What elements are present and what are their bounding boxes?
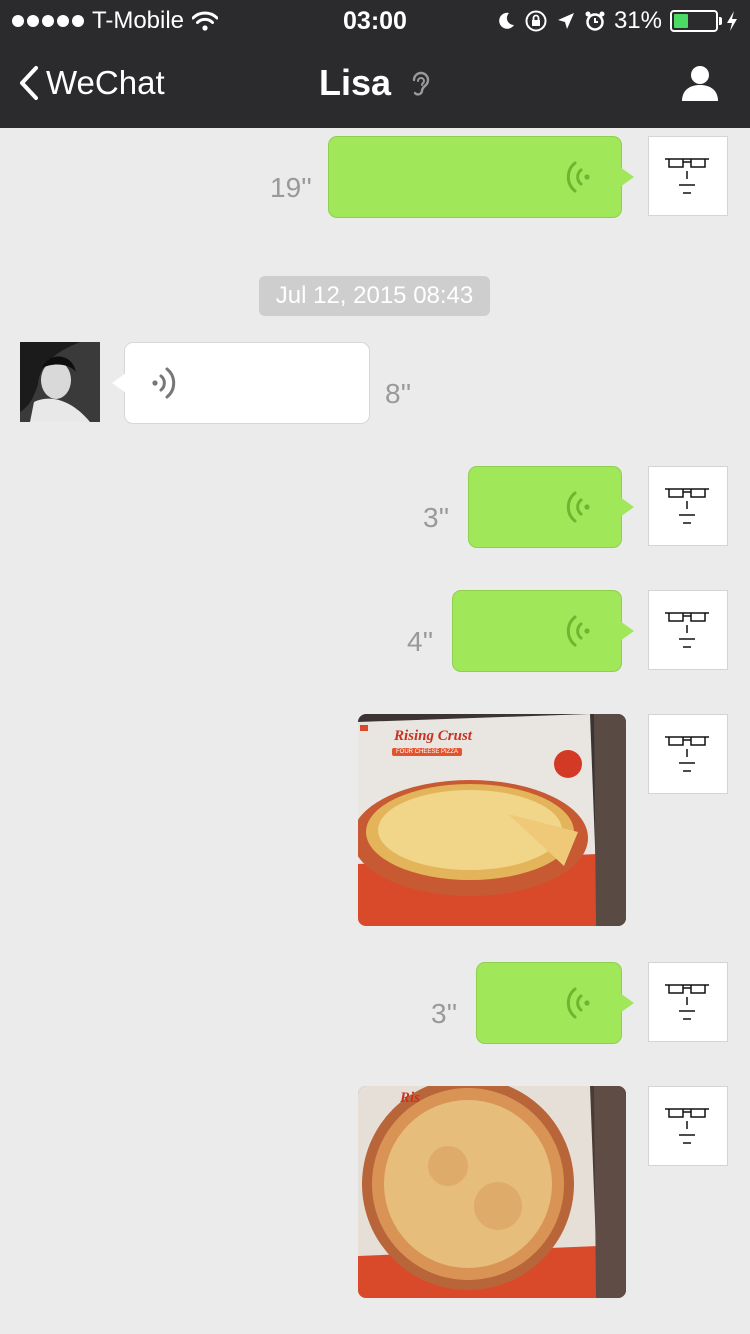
rotation-lock-icon: [525, 10, 547, 32]
charging-bolt-icon: [727, 11, 737, 31]
avatar-face-drawing: [665, 612, 709, 648]
contact-photo: [20, 342, 100, 422]
navigation-bar: WeChat Lisa: [0, 40, 750, 128]
my-avatar[interactable]: [648, 962, 728, 1042]
voice-wave-icon: [566, 161, 590, 193]
voice-duration: 8'': [385, 378, 412, 409]
avatar-face-drawing: [665, 158, 709, 194]
image-message[interactable]: Ris: [358, 1086, 626, 1298]
status-bar: T-Mobile 03:00 31%: [0, 0, 750, 40]
chat-title: Lisa: [0, 62, 750, 104]
avatar-face-drawing: [665, 736, 709, 772]
voice-wave-icon: [566, 615, 590, 647]
voice-wave-icon: [566, 491, 590, 523]
battery-icon: [670, 10, 722, 32]
contact-name: Lisa: [318, 62, 392, 103]
voice-wave-icon: [566, 987, 590, 1019]
voice-duration: 3'': [431, 998, 458, 1029]
voice-duration: 19'': [270, 172, 312, 203]
voice-message-bubble[interactable]: [112, 342, 370, 424]
alarm-icon: [585, 11, 605, 31]
voice-duration: 4'': [407, 626, 434, 657]
chat-timestamp: Jul 12, 2015 08:43: [259, 276, 490, 316]
avatar-face-drawing: [665, 1108, 709, 1144]
voice-message-bubble[interactable]: [476, 962, 634, 1044]
voice-message-bubble[interactable]: [452, 590, 634, 672]
my-avatar[interactable]: [648, 590, 728, 670]
location-icon: [557, 13, 574, 29]
avatar-face-drawing: [665, 488, 709, 524]
box-subtitle-text: FOUR CHEESE PIZZA: [392, 748, 463, 756]
my-avatar[interactable]: [648, 714, 728, 794]
contact-avatar[interactable]: [20, 342, 100, 422]
top-bar: T-Mobile 03:00 31% WeChat Lisa: [0, 0, 750, 128]
box-brand-text: Rising Crust: [394, 728, 472, 744]
baked-pizza-photo: [358, 1086, 626, 1298]
box-brand-text: Ris: [400, 1090, 421, 1106]
moon-icon: [499, 12, 514, 29]
my-avatar[interactable]: [648, 136, 728, 216]
image-message[interactable]: Rising Crust FOUR CHEESE PIZZA: [358, 714, 626, 926]
ear-icon: [412, 71, 430, 96]
voice-duration: 3'': [423, 502, 450, 533]
pizza-box-photo: [358, 714, 626, 926]
status-right-group: 31%: [496, 7, 738, 35]
battery-percent: 31%: [613, 7, 662, 34]
my-avatar[interactable]: [648, 466, 728, 546]
voice-message-bubble[interactable]: [328, 136, 634, 218]
person-icon: [682, 66, 718, 101]
message-list[interactable]: 19'' Jul 12, 2015 08:43 8'' 3'' 4'' Risi…: [0, 128, 750, 1334]
my-avatar[interactable]: [648, 1086, 728, 1166]
chat-info-button[interactable]: [680, 64, 720, 107]
voice-wave-icon: [152, 367, 176, 399]
voice-message-bubble[interactable]: [468, 466, 634, 548]
avatar-face-drawing: [665, 984, 709, 1020]
